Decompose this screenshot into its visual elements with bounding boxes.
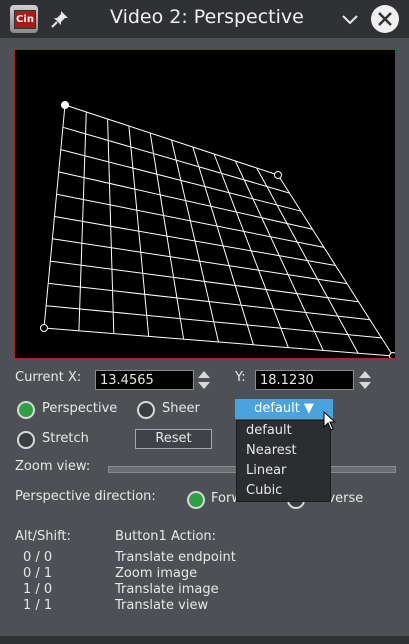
help-row-keys: 1 / 0	[23, 582, 53, 597]
menu-item-linear[interactable]: Linear	[246, 463, 286, 478]
bottom-left-handle[interactable]	[40, 324, 48, 332]
sheer-label: Sheer	[162, 401, 200, 416]
app-icon-label: Cin	[14, 10, 36, 29]
grid-line	[234, 160, 324, 351]
perspective-radio[interactable]	[17, 401, 35, 419]
help-col2-header: Button1 Action:	[115, 529, 217, 544]
grid-line	[50, 260, 359, 303]
chevron-down-icon[interactable]	[340, 9, 360, 29]
bottom-border	[0, 636, 409, 644]
current-x-spinner[interactable]	[197, 369, 211, 391]
perspective-canvas[interactable]	[14, 49, 396, 359]
top-left-handle[interactable]	[61, 101, 69, 109]
menu-item-default[interactable]: default	[246, 423, 292, 438]
window-title: Video 2: Perspective	[110, 6, 304, 28]
perspective-grid	[40, 101, 396, 359]
perspective-direction-label: Perspective direction:	[15, 489, 156, 504]
close-icon	[378, 12, 392, 26]
top-right-handle[interactable]	[274, 171, 282, 179]
zoom-view-label: Zoom view:	[15, 459, 91, 474]
stretch-radio[interactable]	[17, 431, 35, 449]
grid-line	[43, 327, 394, 357]
sheer-radio[interactable]	[137, 401, 155, 419]
grid-line	[52, 238, 348, 285]
menu-item-cubic[interactable]: Cubic	[246, 483, 282, 498]
y-spinner[interactable]	[358, 369, 372, 391]
help-row-keys: 0 / 0	[23, 550, 53, 565]
interpolation-menu: default Nearest Linear Cubic	[236, 420, 331, 502]
current-x-field[interactable]: 13.4565	[95, 370, 194, 390]
pin-icon[interactable]	[50, 9, 70, 29]
help-row-action: Translate endpoint	[115, 550, 236, 565]
help-row-keys: 1 / 1	[23, 598, 53, 613]
grid-line	[46, 305, 382, 339]
current-x-label: Current X:	[15, 370, 82, 385]
forward-radio[interactable]	[187, 491, 205, 509]
title-bar: Cin Video 2: Perspective	[0, 0, 409, 38]
help-row-action: Translate view	[115, 598, 209, 613]
interpolation-dropdown[interactable]: default ▼	[235, 399, 333, 419]
bottom-right-handle[interactable]	[389, 352, 396, 359]
app-icon[interactable]: Cin	[10, 5, 38, 33]
y-field[interactable]: 18.1230	[255, 370, 354, 390]
y-label: Y:	[235, 370, 246, 385]
grid-line	[256, 167, 359, 354]
help-col1-header: Alt/Shift:	[15, 529, 71, 544]
help-row-action: Zoom image	[115, 566, 198, 581]
grid-line	[277, 174, 394, 357]
help-row-action: Translate image	[115, 582, 219, 597]
reset-button[interactable]: Reset	[135, 429, 212, 449]
perspective-label: Perspective	[42, 401, 118, 416]
help-row-keys: 0 / 1	[23, 566, 53, 581]
grid-line	[48, 282, 371, 321]
stretch-label: Stretch	[42, 431, 89, 446]
menu-item-nearest[interactable]: Nearest	[246, 443, 297, 458]
mouse-cursor-icon	[323, 411, 337, 431]
close-button[interactable]	[371, 5, 399, 33]
